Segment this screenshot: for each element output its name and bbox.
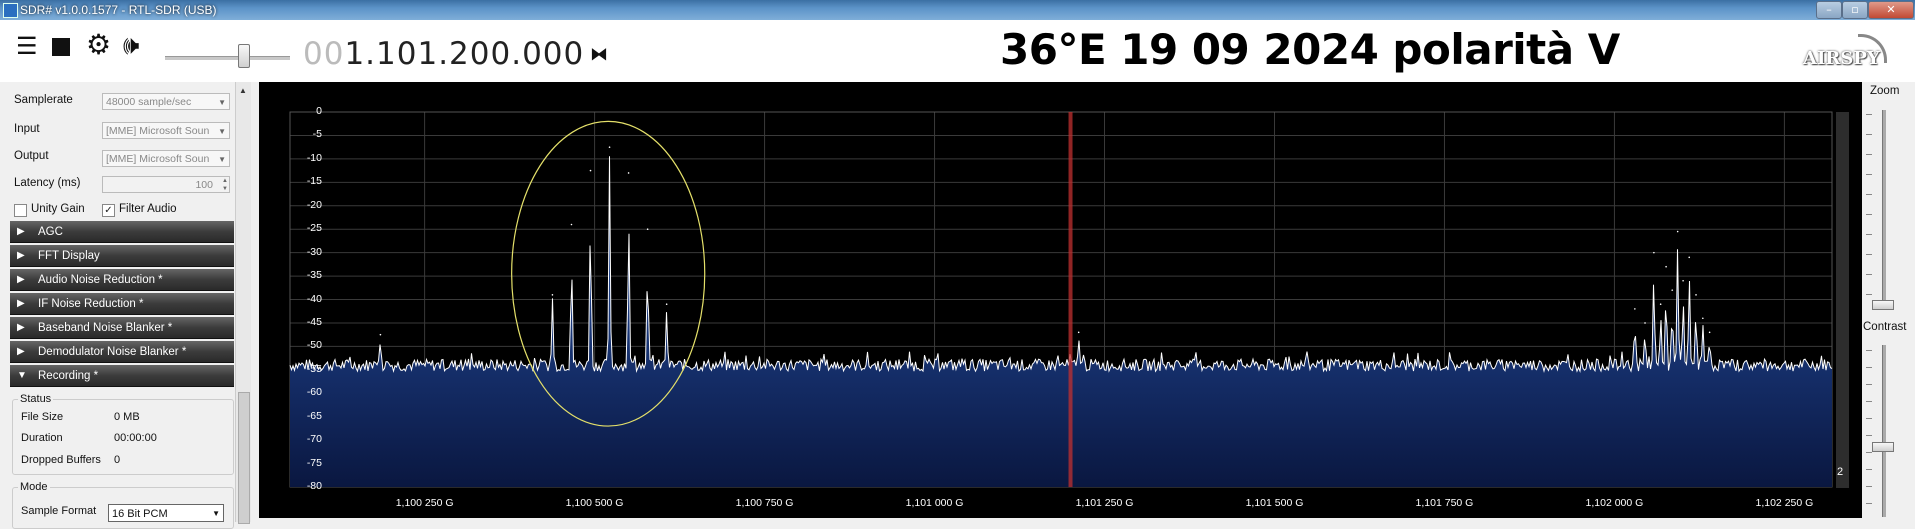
slider-tick bbox=[1866, 435, 1872, 436]
y-tick-label: -80 bbox=[306, 480, 322, 492]
x-tick-label: 1,100 750 G bbox=[735, 497, 794, 509]
y-tick-label: -45 bbox=[306, 315, 322, 328]
peak-point bbox=[1659, 303, 1662, 305]
center-frequency-marker bbox=[1068, 112, 1073, 487]
peak-point bbox=[379, 333, 382, 336]
y-tick-label: -15 bbox=[306, 175, 322, 188]
y-tick-label: -30 bbox=[306, 245, 322, 258]
slider-tick bbox=[1866, 174, 1872, 175]
zoom-slider-thumb[interactable] bbox=[1872, 300, 1894, 310]
y-tick-label: -60 bbox=[306, 386, 322, 399]
slider-tick bbox=[1866, 214, 1872, 215]
x-tick-label: 1,101 500 G bbox=[1245, 497, 1304, 509]
range-value: 2 bbox=[1837, 466, 1844, 478]
peak-point bbox=[646, 228, 649, 230]
y-tick-label: -25 bbox=[306, 222, 322, 235]
peak-point bbox=[1695, 294, 1697, 296]
peak-point bbox=[1671, 289, 1674, 291]
slider-tick bbox=[1866, 401, 1872, 402]
y-tick-label: -70 bbox=[306, 433, 322, 446]
peak-point bbox=[570, 223, 573, 226]
contrast-label: Contrast bbox=[1863, 321, 1907, 333]
peak-point bbox=[1708, 331, 1711, 334]
peak-point bbox=[551, 294, 554, 296]
peak-point bbox=[627, 172, 630, 174]
contrast-slider-thumb[interactable] bbox=[1872, 442, 1894, 452]
y-tick-label: -55 bbox=[306, 362, 322, 375]
slider-tick bbox=[1866, 469, 1872, 470]
y-tick-label: -50 bbox=[306, 339, 322, 352]
y-tick-label: -10 bbox=[306, 151, 322, 164]
peak-point bbox=[1077, 331, 1080, 334]
peak-point bbox=[1634, 308, 1636, 310]
peak-point bbox=[1653, 251, 1655, 254]
zoom-label: Zoom bbox=[1870, 85, 1900, 97]
slider-tick bbox=[1866, 254, 1872, 255]
slider-tick bbox=[1866, 350, 1872, 351]
x-tick-label: 1,100 250 G bbox=[395, 497, 454, 509]
x-tick-label: 1,101 250 G bbox=[1075, 497, 1134, 509]
slider-tick bbox=[1866, 486, 1872, 487]
peak-point bbox=[1702, 317, 1704, 320]
x-tick-label: 1,102 250 G bbox=[1755, 497, 1814, 509]
slider-tick bbox=[1866, 384, 1872, 385]
slider-tick bbox=[1866, 154, 1872, 155]
y-tick-label: -40 bbox=[306, 292, 322, 305]
peak-point bbox=[1665, 265, 1667, 268]
y-tick-label: -20 bbox=[306, 198, 322, 211]
slider-tick bbox=[1866, 114, 1872, 115]
slider-tick bbox=[1866, 294, 1872, 295]
waterfall-range-bar[interactable] bbox=[1836, 112, 1849, 488]
slider-tick bbox=[1866, 274, 1872, 275]
x-tick-label: 1,101 000 G bbox=[905, 497, 964, 509]
slider-tick bbox=[1866, 134, 1872, 135]
slider-tick bbox=[1866, 234, 1872, 235]
y-tick-label: -65 bbox=[306, 409, 322, 422]
slider-tick bbox=[1866, 452, 1872, 453]
slider-tick bbox=[1866, 503, 1872, 504]
peak-point bbox=[608, 146, 611, 148]
y-tick-label: 0 bbox=[316, 105, 322, 117]
y-tick-label: -75 bbox=[306, 456, 322, 469]
peak-point bbox=[1676, 230, 1679, 233]
x-tick-label: 1,102 000 G bbox=[1585, 497, 1644, 509]
slider-tick bbox=[1866, 194, 1872, 195]
peak-point bbox=[1688, 256, 1691, 259]
y-tick-label: -5 bbox=[312, 128, 322, 141]
slider-tick bbox=[1866, 418, 1872, 419]
slider-tick bbox=[1866, 367, 1872, 368]
contrast-slider[interactable] bbox=[1882, 345, 1886, 517]
peak-point bbox=[1682, 279, 1684, 282]
zoom-slider[interactable] bbox=[1882, 110, 1886, 310]
x-tick-label: 1,101 750 G bbox=[1415, 497, 1474, 509]
peak-point bbox=[589, 169, 592, 172]
peak-point bbox=[1644, 322, 1646, 324]
peak-point bbox=[665, 303, 668, 305]
y-tick-label: -35 bbox=[306, 269, 322, 282]
x-tick-label: 1,100 500 G bbox=[565, 497, 624, 509]
